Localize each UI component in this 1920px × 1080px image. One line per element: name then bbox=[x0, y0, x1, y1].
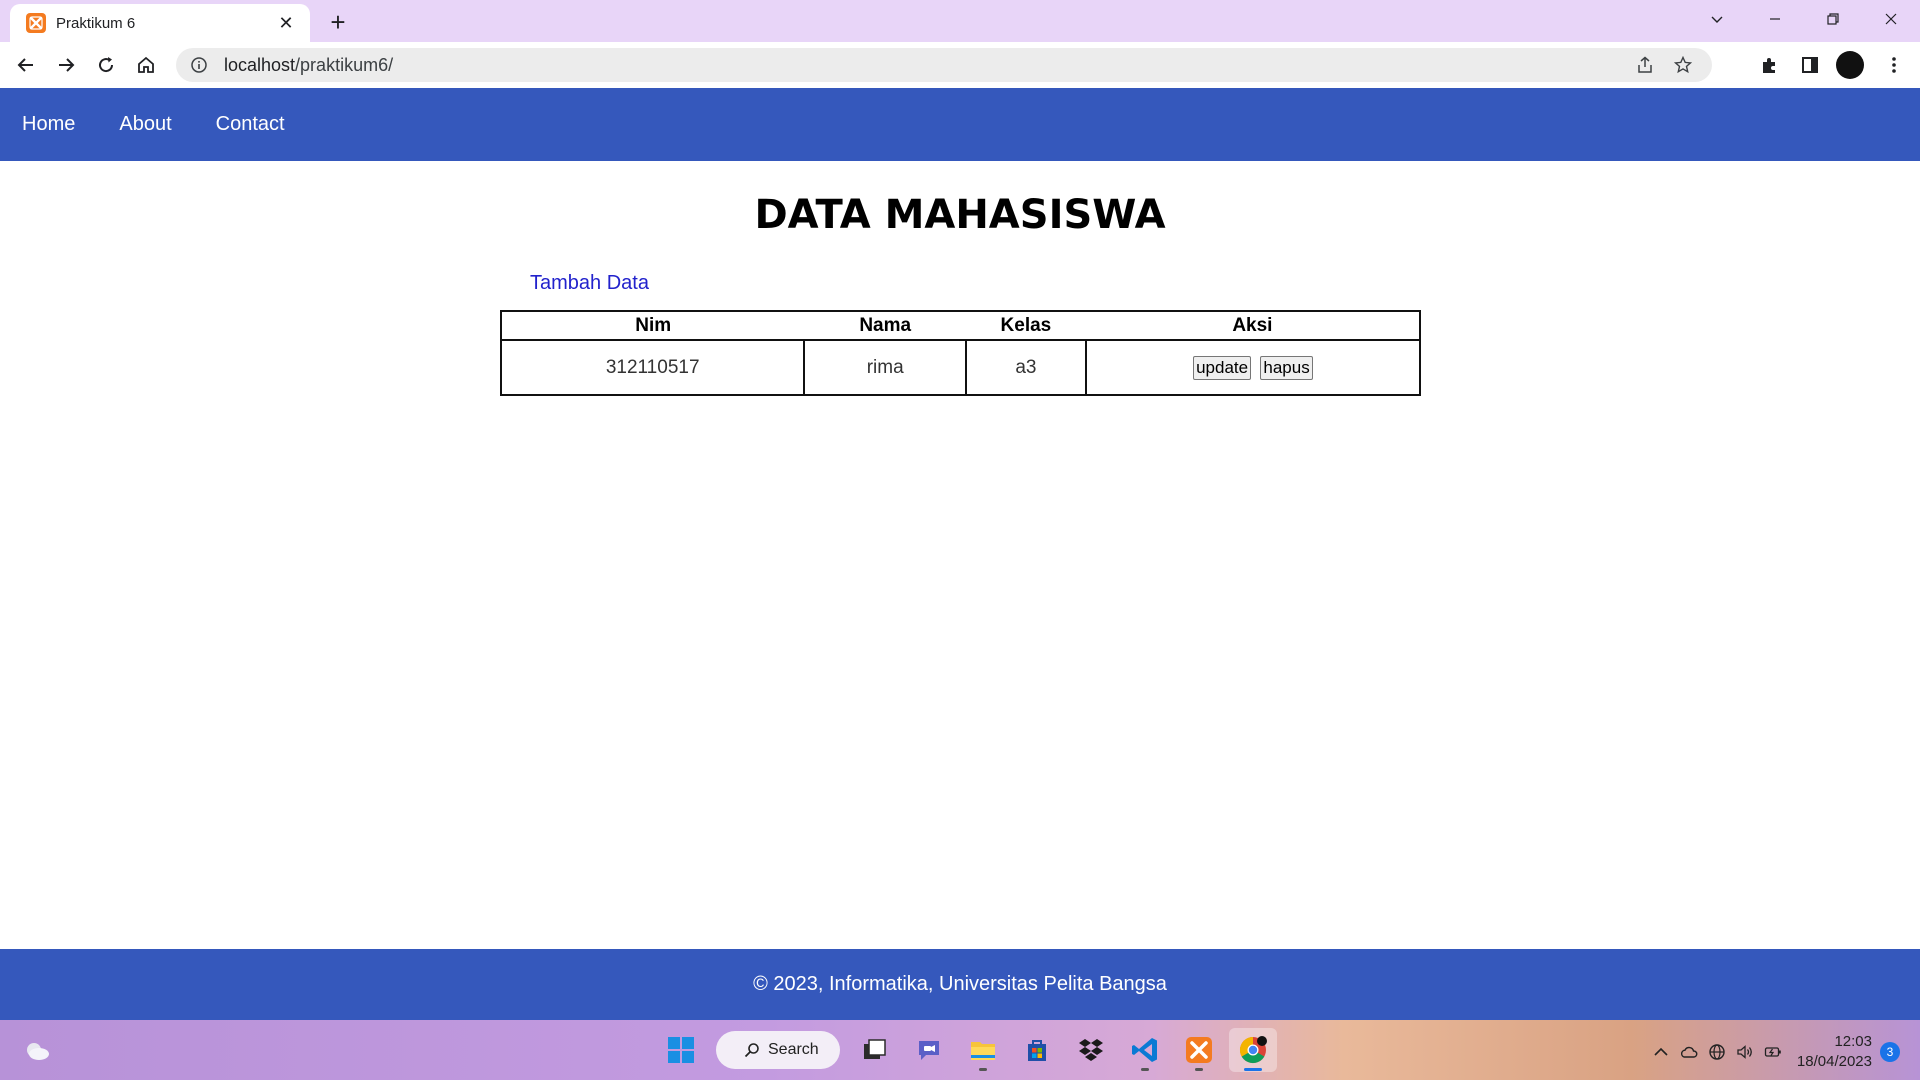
tab-close-icon[interactable]: ✕ bbox=[274, 11, 298, 35]
cell-aksi: update hapus bbox=[1084, 339, 1422, 396]
minimize-icon[interactable] bbox=[1746, 0, 1804, 38]
profile-avatar[interactable] bbox=[1836, 51, 1864, 79]
cell-nim: 312110517 bbox=[499, 339, 806, 396]
browser-tab-strip: Praktikum 6 ✕ + bbox=[0, 0, 1920, 42]
tab-title: Praktikum 6 bbox=[56, 14, 136, 32]
back-icon[interactable] bbox=[8, 47, 44, 83]
add-data-link[interactable]: Tambah Data bbox=[530, 272, 649, 295]
tab-search-icon[interactable] bbox=[1688, 0, 1746, 38]
home-icon[interactable] bbox=[128, 47, 164, 83]
taskbar-search[interactable]: Search bbox=[716, 1031, 840, 1069]
xampp-app-icon[interactable] bbox=[1175, 1028, 1223, 1072]
system-tray: 12:03 18/04/2023 3 bbox=[1647, 1032, 1900, 1072]
onedrive-icon[interactable] bbox=[1675, 1038, 1703, 1066]
forward-icon[interactable] bbox=[48, 47, 84, 83]
task-view-icon[interactable] bbox=[851, 1028, 899, 1072]
battery-icon[interactable] bbox=[1759, 1038, 1787, 1066]
side-panel-icon[interactable] bbox=[1792, 47, 1828, 83]
microsoft-store-icon[interactable] bbox=[1013, 1028, 1061, 1072]
weather-icon[interactable] bbox=[22, 1036, 52, 1064]
close-window-icon[interactable] bbox=[1862, 0, 1920, 38]
clock-date: 18/04/2023 bbox=[1796, 1053, 1872, 1070]
taskbar-clock[interactable]: 12:03 18/04/2023 bbox=[1797, 1032, 1872, 1072]
address-bar[interactable]: localhost/praktikum6/ bbox=[176, 48, 1712, 82]
table-row: 312110517 rima a3 update hapus bbox=[499, 339, 1422, 396]
student-table: Nim Nama Kelas Aksi 312110517 rima a3 up… bbox=[499, 310, 1422, 396]
cell-nama: rima bbox=[803, 339, 968, 396]
site-info-icon[interactable] bbox=[190, 56, 208, 74]
footer-text: © 2023, Informatika, Universitas Pelita … bbox=[753, 973, 1167, 995]
site-footer: © 2023, Informatika, Universitas Pelita … bbox=[0, 949, 1920, 1020]
vscode-icon[interactable] bbox=[1121, 1028, 1169, 1072]
xampp-icon bbox=[26, 13, 46, 33]
site-navbar: Home About Contact bbox=[0, 88, 1920, 161]
hapus-button[interactable]: hapus bbox=[1260, 355, 1313, 380]
share-icon[interactable] bbox=[1630, 50, 1660, 80]
window-controls bbox=[1688, 0, 1920, 38]
url-text[interactable]: localhost/praktikum6/ bbox=[224, 55, 1622, 76]
teams-chat-icon[interactable] bbox=[905, 1028, 953, 1072]
browser-toolbar: localhost/praktikum6/ bbox=[0, 42, 1920, 88]
file-explorer-icon[interactable] bbox=[959, 1028, 1007, 1072]
browser-tab[interactable]: Praktikum 6 ✕ bbox=[10, 4, 310, 42]
update-button[interactable]: update bbox=[1193, 355, 1252, 380]
notification-badge[interactable]: 3 bbox=[1880, 1042, 1900, 1062]
chevron-up-icon[interactable] bbox=[1647, 1038, 1675, 1066]
nav-link-home[interactable]: Home bbox=[22, 113, 75, 136]
nav-link-contact[interactable]: Contact bbox=[216, 113, 285, 136]
header-nama: Nama bbox=[804, 310, 967, 341]
bookmark-star-icon[interactable] bbox=[1668, 50, 1698, 80]
volume-icon[interactable] bbox=[1731, 1038, 1759, 1066]
menu-kebab-icon[interactable] bbox=[1876, 47, 1912, 83]
new-tab-button[interactable]: + bbox=[324, 7, 352, 37]
header-nim: Nim bbox=[499, 310, 805, 341]
search-label: Search bbox=[768, 1041, 819, 1058]
start-icon[interactable] bbox=[657, 1028, 705, 1072]
extensions-icon[interactable] bbox=[1752, 47, 1788, 83]
header-aksi: Aksi bbox=[1085, 310, 1422, 341]
clock-time: 12:03 bbox=[1834, 1033, 1872, 1050]
cell-kelas: a3 bbox=[965, 339, 1087, 396]
chrome-icon[interactable] bbox=[1229, 1028, 1277, 1072]
globe-network-icon[interactable] bbox=[1703, 1038, 1731, 1066]
toolbar-right bbox=[1748, 47, 1912, 83]
restore-icon[interactable] bbox=[1804, 0, 1862, 38]
reload-icon[interactable] bbox=[88, 47, 124, 83]
page-title: DATA MAHASISWA bbox=[754, 192, 1166, 238]
header-kelas: Kelas bbox=[966, 310, 1086, 341]
nav-link-about[interactable]: About bbox=[119, 113, 171, 136]
dropbox-icon[interactable] bbox=[1067, 1028, 1115, 1072]
search-icon bbox=[744, 1043, 759, 1058]
windows-taskbar: Search 12:03 18/04/2023 3 bbox=[0, 1020, 1920, 1080]
table-header-row: Nim Nama Kelas Aksi bbox=[499, 310, 1422, 341]
taskbar-apps: Search bbox=[654, 1028, 1280, 1072]
